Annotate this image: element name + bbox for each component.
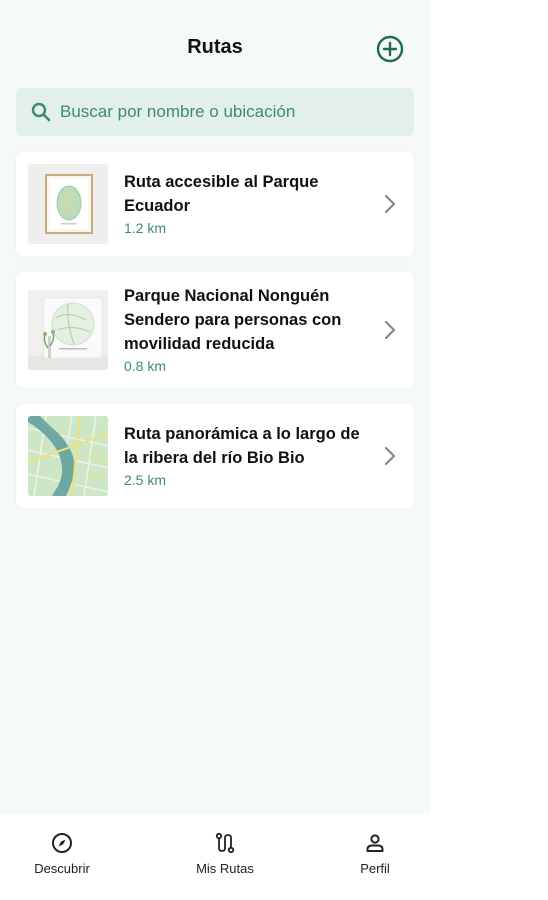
tab-perfil[interactable]: Perfil: [325, 831, 425, 876]
route-name: Ruta panorámica a lo largo de la ribera …: [124, 425, 360, 467]
route-name: Ruta accesible al Parque Ecuador: [124, 173, 319, 215]
route-card[interactable]: Ruta panorámica a lo largo de la ribera …: [16, 404, 414, 508]
route-distance: 2.5 km: [124, 472, 167, 488]
chevron-right-icon: [384, 194, 396, 214]
route-thumbnail: [28, 290, 108, 370]
route-thumbnail: [28, 164, 108, 244]
app-screen: Rutas Ruta accesible al Parque Ecuador 1…: [0, 0, 430, 900]
search-input[interactable]: [58, 101, 382, 123]
tab-label: Descubrir: [34, 861, 90, 876]
route-icon: [215, 832, 235, 854]
route-distance: 1.2 km: [124, 220, 167, 236]
chevron-right-icon: [384, 320, 396, 340]
tab-label: Mis Rutas: [196, 861, 254, 876]
search-icon: [31, 102, 51, 122]
add-route-button[interactable]: [376, 35, 404, 63]
bottom-tab-bar: Descubrir Mis Rutas Perfil: [0, 815, 430, 900]
route-card[interactable]: Parque Nacional Nonguén Sendero para per…: [16, 272, 414, 388]
route-distance: 0.8 km: [124, 358, 167, 374]
compass-icon: [52, 833, 72, 853]
route-card[interactable]: Ruta accesible al Parque Ecuador 1.2 km: [16, 152, 414, 256]
search-bar[interactable]: [16, 88, 414, 136]
person-icon: [366, 834, 384, 852]
tab-label: Perfil: [360, 861, 390, 876]
header: Rutas: [0, 28, 430, 68]
chevron-right-icon: [384, 446, 396, 466]
route-name: Parque Nacional Nonguén Sendero para per…: [124, 287, 342, 353]
page-title: Rutas: [187, 36, 243, 58]
route-thumbnail: [28, 416, 108, 496]
tab-descubrir[interactable]: Descubrir: [12, 831, 112, 876]
tab-mis-rutas[interactable]: Mis Rutas: [175, 831, 275, 876]
